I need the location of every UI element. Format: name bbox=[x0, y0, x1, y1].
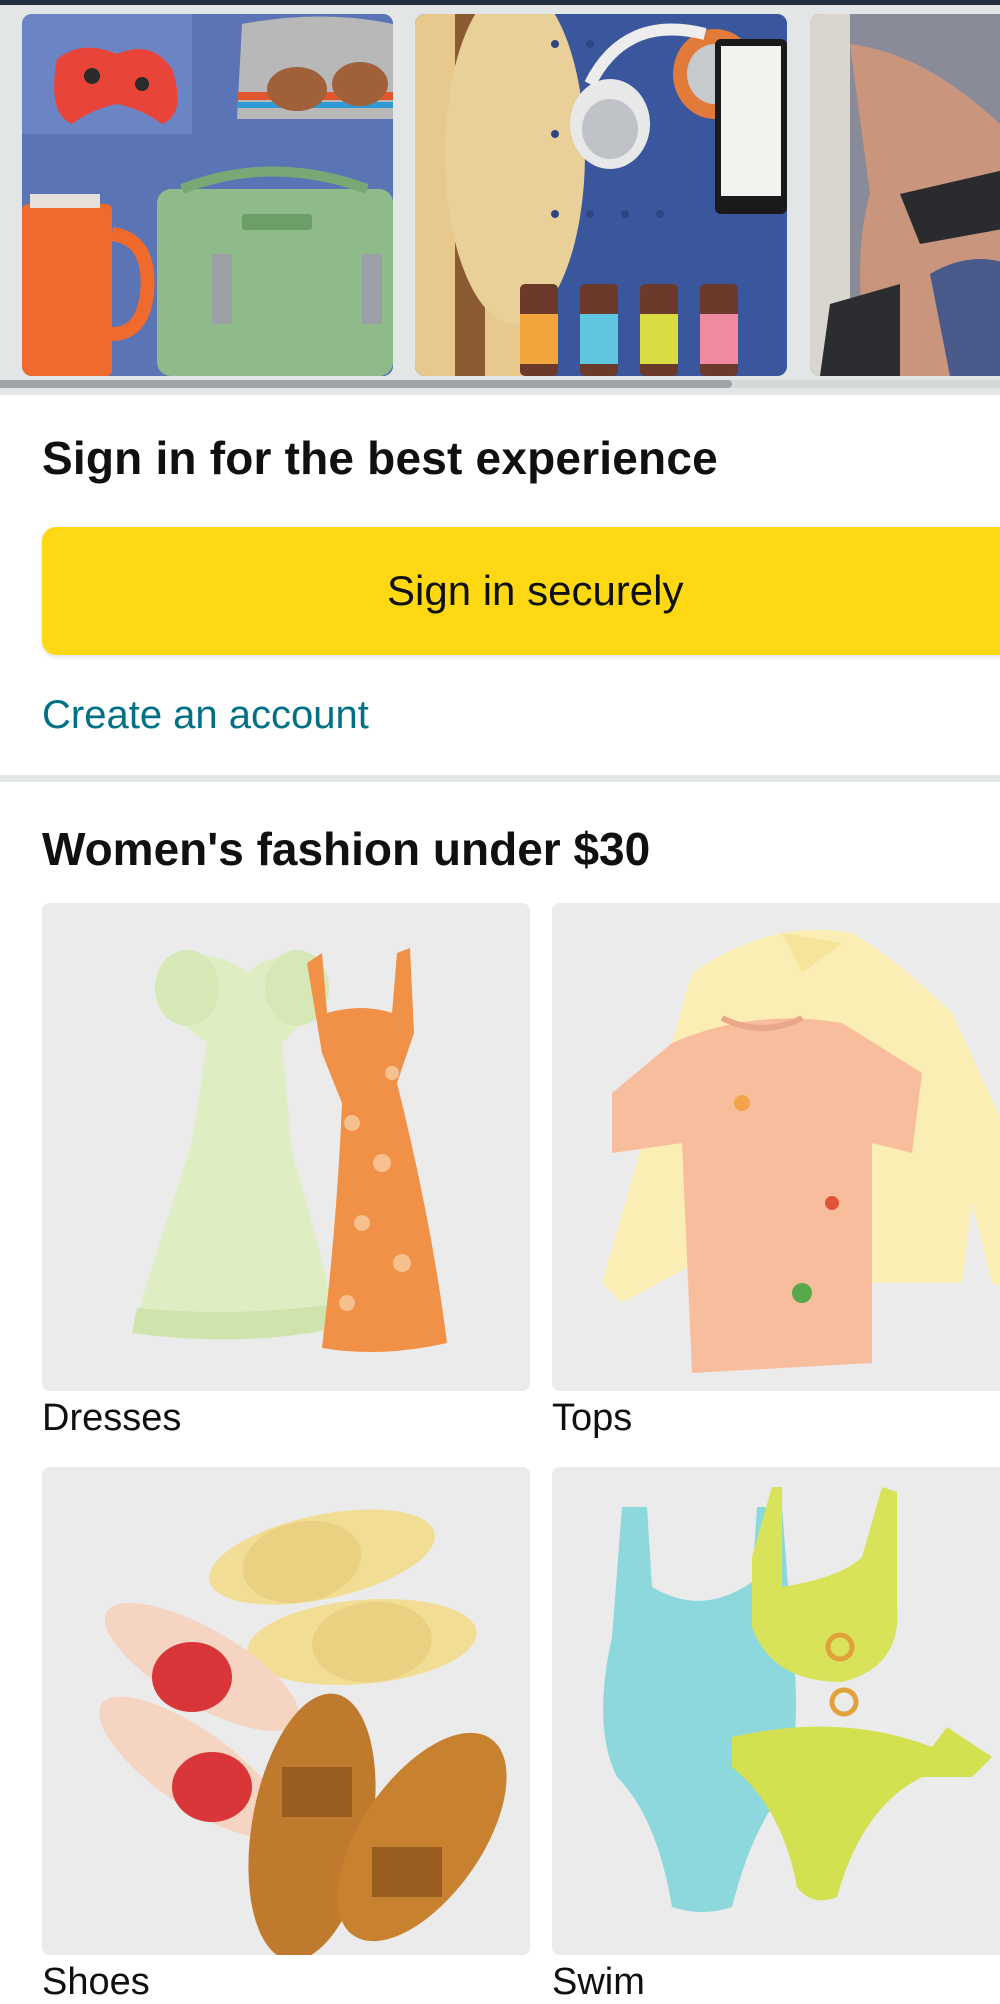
section-divider bbox=[0, 775, 1000, 782]
shoes-image[interactable] bbox=[42, 1467, 530, 1955]
headphones-pegboard-image bbox=[415, 14, 787, 376]
carousel-card-gifts[interactable] bbox=[22, 14, 393, 376]
fashion-card: Women's fashion under $30 Dresses Tops S… bbox=[0, 782, 1000, 2003]
header-edge bbox=[0, 0, 1000, 5]
phone-hand-image bbox=[810, 14, 1000, 376]
sign-in-button[interactable]: Sign in securely bbox=[42, 527, 1000, 655]
tile-label: Shoes bbox=[42, 1961, 150, 2003]
shoes-photo bbox=[42, 1467, 530, 1955]
tile-tops[interactable]: Tops bbox=[552, 903, 1000, 1440]
promo-carousel[interactable] bbox=[0, 0, 1000, 395]
gift-collage-image bbox=[22, 14, 393, 376]
tile-dresses[interactable]: Dresses bbox=[42, 903, 530, 1440]
swim-photo bbox=[552, 1467, 1000, 1955]
tile-label: Swim bbox=[552, 1961, 645, 2003]
tile-swim[interactable]: Swim bbox=[552, 1467, 1000, 2004]
carousel-scrollbar-thumb[interactable] bbox=[0, 380, 732, 388]
tops-photo bbox=[552, 903, 1000, 1391]
swim-image[interactable] bbox=[552, 1467, 1000, 1955]
tile-label: Tops bbox=[552, 1397, 633, 1439]
dresses-photo bbox=[42, 903, 530, 1391]
carousel-card-phone[interactable] bbox=[810, 14, 1000, 376]
tile-shoes[interactable]: Shoes bbox=[42, 1467, 530, 2004]
fashion-heading: Women's fashion under $30 bbox=[42, 823, 651, 875]
tile-label: Dresses bbox=[42, 1397, 182, 1439]
signin-card: Sign in for the best experience Sign in … bbox=[0, 395, 1000, 775]
create-account-link[interactable]: Create an account bbox=[42, 693, 369, 738]
signin-heading: Sign in for the best experience bbox=[42, 432, 718, 484]
carousel-card-electronics[interactable] bbox=[415, 14, 787, 376]
dresses-image[interactable] bbox=[42, 903, 530, 1391]
tops-image[interactable] bbox=[552, 903, 1000, 1391]
